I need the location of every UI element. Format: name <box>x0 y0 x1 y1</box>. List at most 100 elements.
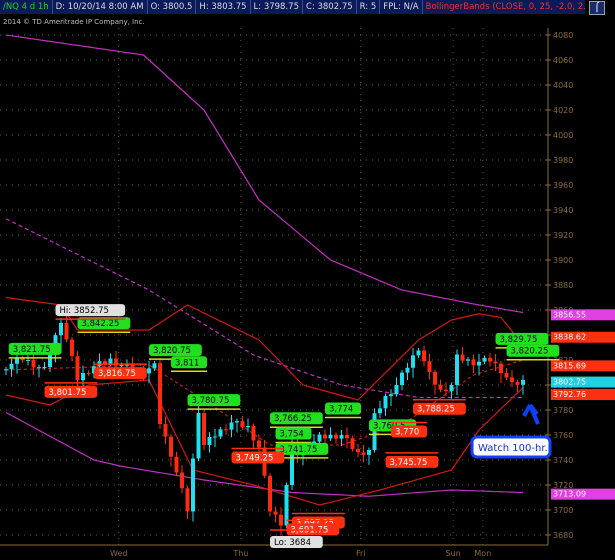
candle-body <box>422 350 426 362</box>
blue-arrow-icon <box>522 403 540 425</box>
high-label-text: 3,820.25 <box>511 347 549 357</box>
candle-body <box>224 429 228 431</box>
price-badge-text: 3815.69 <box>553 361 586 370</box>
high-label-text: 3,774 <box>329 405 353 415</box>
high-label-text: 3,754 <box>280 430 304 440</box>
price-badge-text: 3838.62 <box>553 333 586 342</box>
candle-body <box>433 372 437 385</box>
y-tick-label: 3940 <box>553 206 573 215</box>
candle-body <box>42 367 47 368</box>
candle-body <box>323 434 327 439</box>
high-label-text: 3,820.75 <box>153 346 191 356</box>
y-tick-label: 3760 <box>553 431 573 440</box>
candle-body <box>257 440 261 448</box>
candle-body <box>174 456 179 473</box>
candle-body <box>48 354 52 367</box>
candle-body <box>389 394 393 396</box>
y-tick-label: 3900 <box>553 256 573 265</box>
low-label-text: 3,745.75 <box>390 458 428 468</box>
candle-body <box>471 359 476 366</box>
candle-body <box>504 373 509 378</box>
candle-body <box>152 363 157 369</box>
low-label-text: 3,749.25 <box>236 453 274 463</box>
candle-body <box>207 437 212 445</box>
bollinger-middle <box>5 359 524 446</box>
candle-body <box>521 380 525 385</box>
y-tick-label: 3960 <box>553 181 573 190</box>
candle-body <box>37 367 41 369</box>
y-tick-label: 4060 <box>553 56 573 65</box>
candle-body <box>449 385 454 392</box>
candle-body <box>493 361 498 364</box>
high-label-text: 3,829.75 <box>500 335 538 345</box>
high-extreme-label-text: Hi: 3852.75 <box>60 306 109 316</box>
x-tick-label: Fri <box>356 549 366 558</box>
candle-body <box>213 436 217 438</box>
candle-body <box>31 360 36 368</box>
candle-body <box>86 373 91 375</box>
candle-body <box>81 373 85 381</box>
candle-body <box>438 384 443 390</box>
candle-body <box>251 426 256 441</box>
y-tick-label: 3740 <box>553 456 573 465</box>
y-tick-label: 4020 <box>553 106 573 115</box>
y-tick-label: 4000 <box>553 131 573 140</box>
y-tick-label: 3880 <box>553 281 573 290</box>
high-label-text: 3,766.25 <box>274 414 312 424</box>
price-badge-text: 3856.55 <box>553 310 586 319</box>
candle-body <box>26 360 30 362</box>
y-tick-label: 4040 <box>553 81 573 90</box>
candle-body <box>372 413 377 450</box>
high-label-text: 3,821.75 <box>13 345 51 355</box>
y-tick-label: 3980 <box>553 156 573 165</box>
y-tick-label: 3780 <box>553 406 573 415</box>
candle-body <box>488 357 492 362</box>
candle-body <box>240 421 245 428</box>
candle-body <box>75 356 80 381</box>
candle-body <box>163 424 168 437</box>
low-extreme-label-text: Lo: 3684 <box>274 538 311 548</box>
x-tick-label: Mon <box>474 549 491 558</box>
candle-body <box>229 422 234 430</box>
candle-body <box>400 372 404 385</box>
candle-body <box>70 339 74 357</box>
high-label-text: 3,811 <box>175 358 199 368</box>
low-label-text: 3,816.75 <box>98 369 136 379</box>
candle-body <box>356 449 360 453</box>
candle-body <box>383 396 388 409</box>
candle-body <box>416 350 421 356</box>
candle-body <box>158 363 162 424</box>
candle-body <box>444 389 448 392</box>
candle-body <box>268 475 272 512</box>
low-label-text: 3,770 <box>395 428 419 438</box>
upper-ma-band <box>5 34 524 314</box>
candle-body <box>510 377 514 382</box>
x-tick-label: Thu <box>232 549 248 558</box>
y-tick-label: 3920 <box>553 231 573 240</box>
candle-body <box>499 363 503 373</box>
candle-body <box>350 438 355 449</box>
candle-body <box>191 458 195 512</box>
candle-body <box>405 367 410 373</box>
y-tick-label: 3680 <box>553 531 573 540</box>
candle-body <box>147 368 151 374</box>
candle-body <box>15 358 19 364</box>
candle-body <box>108 358 113 364</box>
candle-body <box>103 361 107 364</box>
high-label-text: 3,842.25 <box>82 319 120 329</box>
candle-body <box>411 355 415 368</box>
candle-body <box>273 511 278 515</box>
candle-body <box>367 450 371 455</box>
price-chart[interactable]: 4080 4060 4040 4020 4000 3980 3960 3940 3920 3900… <box>0 0 615 560</box>
candle-body <box>9 363 14 370</box>
candle-body <box>328 434 333 439</box>
y-tick-label: 3700 <box>553 506 573 515</box>
y-tick-label: 4080 <box>553 31 573 40</box>
candle-body <box>196 413 201 459</box>
candle-body <box>246 426 250 428</box>
candle-body <box>339 435 344 439</box>
candle-body <box>394 385 399 395</box>
candle-body <box>466 359 470 361</box>
candle-body <box>334 434 338 439</box>
high-label-text: 3,780.75 <box>192 396 230 406</box>
